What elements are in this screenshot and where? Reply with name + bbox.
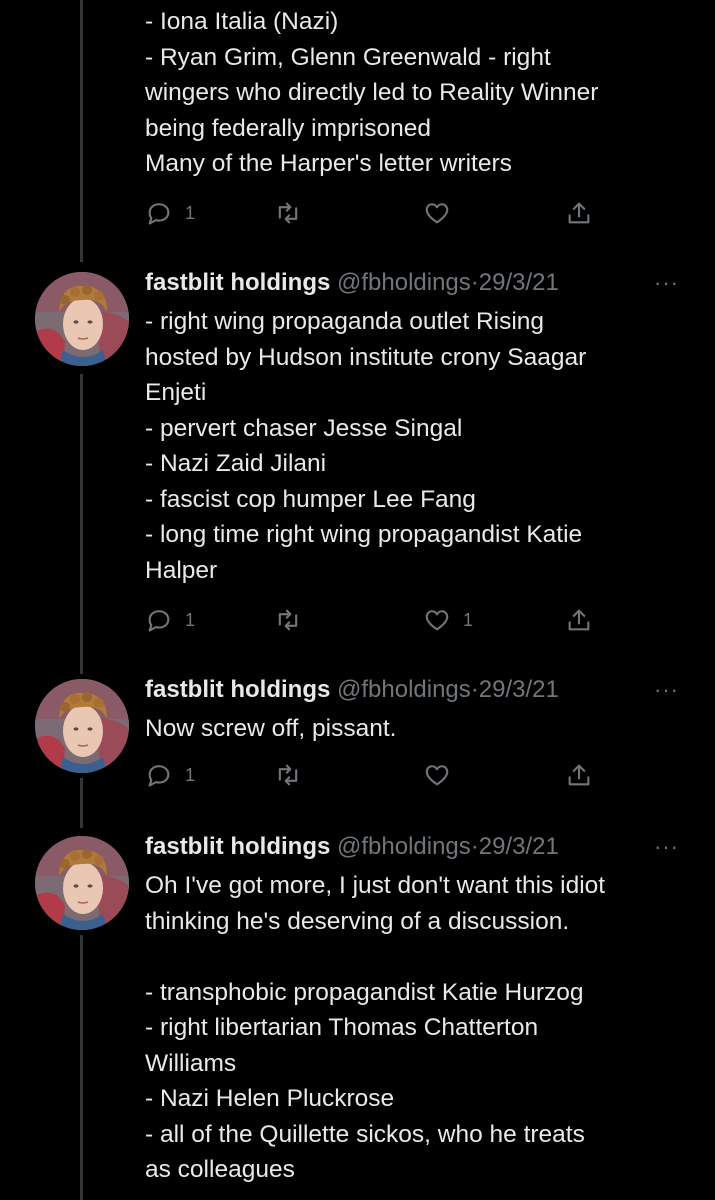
- tweet-actions: 1 1: [145, 604, 605, 636]
- tweet-actions: 1: [145, 197, 605, 229]
- tweet-text-line: - Iona Italia (Nazi): [145, 8, 339, 35]
- tweet-actions: 1: [145, 759, 605, 791]
- more-icon[interactable]: ···: [654, 673, 679, 707]
- tweet-header: fastblit holdings @fbholdings·29/3/21 ··…: [145, 266, 715, 300]
- tweet-text-line: Williams: [145, 1049, 237, 1077]
- more-icon[interactable]: ···: [654, 266, 679, 300]
- avatar-image: [35, 679, 129, 773]
- avatar[interactable]: [35, 679, 129, 773]
- tweet[interactable]: fastblit holdings @fbholdings·29/3/21 ··…: [0, 830, 715, 1200]
- separator-dot: ·: [470, 269, 479, 296]
- retweet-icon: [278, 609, 298, 631]
- tweet-text-line: Many of the Harper's letter writers: [145, 150, 512, 177]
- share-button[interactable]: [565, 197, 593, 229]
- tweet-text-line: Oh I've got more, I just don't want this…: [145, 872, 606, 899]
- tweet-date[interactable]: 29/3/21: [479, 833, 559, 860]
- tweet-header: fastblit holdings @fbholdings·29/3/21 ··…: [145, 830, 715, 864]
- avatar-image: [35, 836, 129, 930]
- tweet-text-line: as colleagues: [145, 1156, 295, 1183]
- author-name[interactable]: fastblit holdings: [145, 269, 330, 296]
- tweet-text-line: - fascist cop humper Lee Fang: [145, 485, 476, 513]
- tweet-text-line: thinking he's deserving of a discussion.: [145, 907, 570, 935]
- avatar-image: [35, 272, 129, 366]
- tweet-text-line: - all of the Quillette sickos, who he tr…: [145, 1120, 585, 1148]
- share-icon: [568, 609, 590, 631]
- tweet-text-line: Halper: [145, 556, 218, 584]
- retweet-button[interactable]: [274, 759, 314, 791]
- tweet[interactable]: - Iona Italia (Nazi) - Ryan Grim, Glenn …: [0, 0, 715, 240]
- tweet-date[interactable]: 29/3/21: [479, 269, 559, 296]
- tweet-text: Oh I've got more, I just don't want this…: [145, 868, 690, 1188]
- reply-icon: [148, 610, 170, 632]
- tweet-text-line: hosted by Hudson institute crony Saagar: [145, 343, 587, 371]
- author-name[interactable]: fastblit holdings: [145, 833, 330, 860]
- reply-count: 1: [185, 609, 196, 630]
- share-button[interactable]: [565, 759, 593, 791]
- reply-button[interactable]: 1: [145, 604, 195, 636]
- tweet-text-line: [145, 939, 690, 975]
- author-handle[interactable]: @fbholdings: [337, 269, 471, 296]
- retweet-icon: [278, 764, 298, 786]
- avatar[interactable]: [35, 836, 129, 930]
- like-button[interactable]: [423, 197, 463, 229]
- tweet[interactable]: fastblit holdings @fbholdings·29/3/21 ··…: [0, 266, 715, 646]
- reply-button[interactable]: 1: [145, 197, 195, 229]
- tweet-text-line: - Nazi Zaid Jilani: [145, 450, 327, 477]
- tweet-text-line: Enjeti: [145, 379, 207, 406]
- share-icon: [568, 202, 590, 224]
- tweet-text-line: - long time right wing propagandist Kati…: [145, 521, 583, 548]
- like-count: 1: [463, 609, 474, 630]
- tweet-text-line: Now screw off, pissant.: [145, 715, 397, 742]
- tweet-header: fastblit holdings @fbholdings·29/3/21 ··…: [145, 673, 715, 707]
- like-icon: [425, 203, 449, 224]
- separator-dot: ·: [470, 833, 479, 860]
- reply-icon: [148, 203, 170, 225]
- avatar[interactable]: [35, 272, 129, 366]
- share-button[interactable]: [565, 604, 593, 636]
- like-button[interactable]: [423, 759, 463, 791]
- retweet-button[interactable]: [274, 604, 314, 636]
- retweet-icon: [278, 202, 298, 224]
- reply-count: 1: [185, 202, 196, 223]
- tweet-text-line: being federally imprisoned: [145, 114, 431, 142]
- like-button[interactable]: 1: [423, 604, 473, 636]
- tweet-text-line: - right libertarian Thomas Chatterton: [145, 1014, 539, 1041]
- author-name[interactable]: fastblit holdings: [145, 676, 330, 703]
- author-handle[interactable]: @fbholdings: [337, 833, 471, 860]
- like-icon: [425, 610, 449, 631]
- tweet-text-line: - Ryan Grim, Glenn Greenwald - right: [145, 43, 551, 71]
- reply-count: 1: [185, 764, 196, 785]
- tweet-text-line: - transphobic propagandist Katie Hurzog: [145, 978, 584, 1006]
- retweet-button[interactable]: [274, 197, 314, 229]
- tweet-text: - right wing propaganda outlet Rising ho…: [145, 304, 690, 588]
- share-icon: [568, 764, 590, 786]
- separator-dot: ·: [470, 676, 479, 703]
- like-icon: [425, 765, 449, 786]
- reply-button[interactable]: 1: [145, 759, 195, 791]
- tweet-text-line: wingers who directly led to Reality Winn…: [145, 79, 599, 106]
- reply-icon: [148, 765, 170, 787]
- more-icon[interactable]: ···: [654, 830, 679, 864]
- tweet-date[interactable]: 29/3/21: [479, 676, 559, 703]
- tweet-text: - Iona Italia (Nazi) - Ryan Grim, Glenn …: [145, 4, 690, 182]
- tweet[interactable]: fastblit holdings @fbholdings·29/3/21 ··…: [0, 673, 715, 803]
- tweet-text-line: - Nazi Helen Pluckrose: [145, 1085, 395, 1112]
- tweet-text: Now screw off, pissant.: [145, 711, 690, 747]
- tweet-text-line: - right wing propaganda outlet Rising: [145, 308, 545, 335]
- tweet-text-line: - pervert chaser Jesse Singal: [145, 414, 463, 442]
- author-handle[interactable]: @fbholdings: [337, 676, 471, 703]
